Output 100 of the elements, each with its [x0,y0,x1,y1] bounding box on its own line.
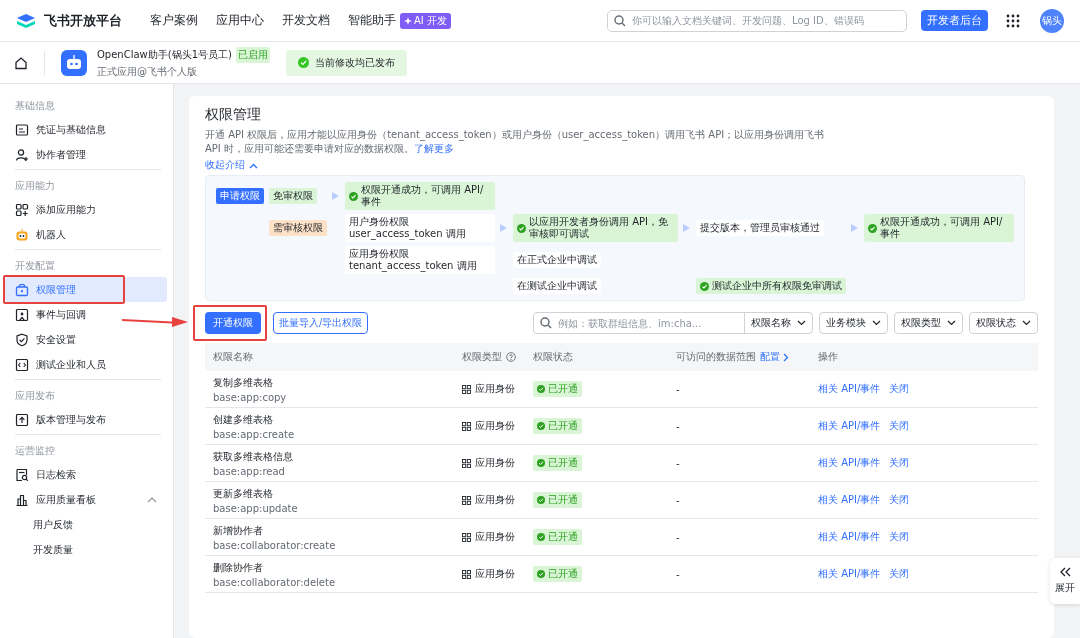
permission-name: 获取多维表格信息 [213,449,293,464]
check-circle-icon [537,459,545,467]
flow-node: 免审权限 [269,188,317,204]
chevron-right-icon [783,352,789,362]
check-circle-icon [297,57,309,68]
check-circle-icon [700,281,709,291]
caret-icon [872,320,881,326]
chevron-up-icon [249,162,258,169]
search-input[interactable]: 你可以输入文档关键词、开发问题、Log ID、错误码 [632,15,900,26]
action-link[interactable]: 关闭 [889,493,910,507]
column-header: 权限名称 [213,350,253,364]
user-avatar[interactable]: 锅头 [1040,8,1064,33]
action-link[interactable]: 关闭 [889,567,910,581]
flow-node: 申请权限 [216,188,264,204]
grid-icon [462,569,471,579]
nav-link[interactable]: 应用中心 [216,12,264,29]
learn-more-link[interactable]: 了解更多 [414,143,454,154]
shield-check-icon [15,332,29,347]
permission-name: 新增协作者 [213,523,263,538]
action-link[interactable]: 关闭 [889,382,910,396]
table-cell: - [676,531,680,543]
sidebar-item[interactable]: 开发质量 [5,537,167,562]
check-circle-icon [537,533,545,541]
robot-app-icon [61,49,87,76]
flow-node: 在测试企业中调试 [513,278,601,294]
sidebar-item[interactable]: 用户反馈 [5,512,167,537]
sidebar-item[interactable]: 安全设置 [5,327,167,352]
open-permission-button[interactable]: 开通权限 [205,312,261,334]
home-button[interactable] [14,55,28,70]
section-title: 应用能力 [15,179,56,193]
status-tag: 已开通 [533,529,582,545]
action-link[interactable]: 关闭 [889,419,910,433]
notice-text: 当前修改均已发布 [314,55,395,70]
double-chevron-left-icon [1059,567,1071,577]
page-title: 权限管理 [205,106,262,124]
permission-type: 应用身份 [475,530,515,544]
collapse-link[interactable]: 收起介绍 [205,159,258,172]
column-header: 权限类型 [462,350,502,364]
sidebar-item[interactable]: 协作者管理 [5,142,167,167]
arrow-right-icon [332,192,339,200]
sidebar-item[interactable]: 机器人 [5,222,167,247]
filter-dropdown[interactable]: 权限状态 [969,312,1038,334]
sidebar-item[interactable]: 事件与回调 [5,302,167,327]
permission-search-field[interactable]: 例如：获取群组信息、im:cha... 权限名称 [533,312,813,334]
brand-name[interactable]: 飞书开放平台 [44,11,122,30]
action-link[interactable]: 相关 API/事件 [818,419,881,433]
section-title: 基础信息 [14,99,56,113]
search-field[interactable]: 你可以输入文档关键词、开发问题、Log ID、错误码 [607,9,907,32]
permission-name: 复制多维表格 [213,375,273,390]
caret-icon [1022,320,1031,326]
console-button[interactable]: 开发者后台 [921,10,988,31]
status-tag: 已开通 [533,418,582,434]
permission-type: 应用身份 [475,419,515,433]
action-link[interactable]: 相关 API/事件 [818,530,881,544]
code-icon [15,357,29,372]
permission-name: 更新多维表格 [213,486,273,501]
filter-dropdown[interactable]: 权限类型 [894,312,963,334]
sidebar-item[interactable]: 权限管理 [5,277,167,302]
check-circle-icon [537,496,545,504]
grid-icon [462,532,471,542]
check-circle-icon [537,422,545,430]
search-input[interactable]: 例如：获取群组信息、im:cha... [558,317,738,329]
status-tag: 已开通 [533,381,582,397]
check-circle-icon [868,223,877,233]
action-link[interactable]: 关闭 [889,456,910,470]
configure-link[interactable]: 配置 [760,350,789,364]
action-link[interactable]: 关闭 [889,530,910,544]
flow-node: 在正式企业中调试 [513,252,601,268]
sidebar-item[interactable]: 测试企业和人员 [5,352,167,377]
flow-node: 需审核权限 [269,220,327,236]
sidebar-item[interactable]: 应用质量看板 [5,487,167,512]
search-field-select[interactable]: 权限名称 [744,313,812,333]
home-icon [14,55,28,70]
flow-node: 应用身份权限 tenant_access_token 调用 [345,246,495,274]
lock-icon [15,282,29,297]
sparkle-icon [404,16,412,25]
action-link[interactable]: 相关 API/事件 [818,382,881,396]
bar-chart-icon [15,492,29,507]
nav-link[interactable]: 智能助手 [348,12,396,29]
arrow-right-icon [851,224,858,232]
nav-link[interactable]: 客户案例 [150,12,198,29]
sidebar-item[interactable]: 凭证与基础信息 [5,117,167,142]
permission-name: 创建多维表格 [213,412,273,427]
sidebar-item[interactable]: 版本管理与发布 [5,407,167,432]
filter-dropdown[interactable]: 业务模块 [819,312,888,334]
sidebar-item[interactable]: 添加应用能力 [5,197,167,222]
sidebar-item[interactable]: 日志检索 [5,462,167,487]
log-search-icon [15,467,29,482]
arrow-right-icon [500,224,507,232]
grid-icon [462,384,471,394]
nav-link[interactable]: 开发文档 [282,12,330,29]
search-icon [614,14,626,27]
action-link[interactable]: 相关 API/事件 [818,456,881,470]
batch-import-export-button[interactable]: 批量导入/导出权限 [273,312,369,334]
user-add-icon [15,147,29,162]
permission-type: 应用身份 [475,567,515,581]
action-link[interactable]: 相关 API/事件 [818,567,881,581]
expand-tab[interactable]: 展开 [1050,558,1080,604]
action-link[interactable]: 相关 API/事件 [818,493,881,507]
apps-add-icon [15,202,29,217]
